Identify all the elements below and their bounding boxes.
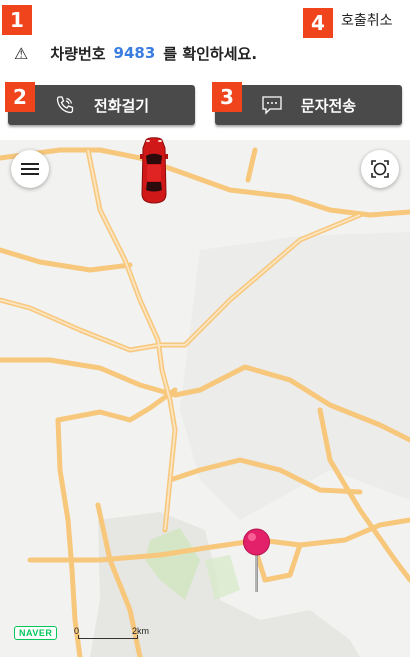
map-scale: 0 2km [74, 624, 154, 640]
message-icon [261, 94, 283, 116]
current-location-icon [371, 160, 389, 178]
current-location-button[interactable] [361, 150, 399, 188]
notice-suffix: 를 확인하세요. [163, 44, 258, 63]
badge-1: 1 [2, 5, 32, 35]
badge-2: 2 [5, 82, 35, 112]
message-button-label: 문자전송 [300, 96, 357, 115]
hamburger-menu-icon [21, 163, 39, 175]
road-network [0, 147, 410, 657]
map-menu-button[interactable] [11, 150, 49, 188]
map-view[interactable]: NAVER 0 2km [0, 140, 410, 657]
notice-prefix: 차량번호 [50, 44, 106, 63]
call-button[interactable]: 전화걸기 [8, 85, 195, 125]
badge-3: 3 [212, 82, 242, 112]
badge-4: 4 [303, 8, 333, 38]
cancel-call-link[interactable]: 호출취소 [341, 10, 393, 30]
plate-number: 9483 [113, 44, 156, 62]
car-icon [140, 137, 168, 204]
naver-logo: NAVER [14, 626, 58, 640]
plate-notice: ⚠ 차량번호 9483 를 확인하세요. [14, 40, 257, 66]
message-button[interactable]: 문자전송 [215, 85, 402, 125]
warning-icon: ⚠ [14, 43, 29, 63]
phone-icon [54, 94, 76, 116]
call-button-label: 전화걸기 [93, 96, 150, 115]
scale-bar [78, 635, 138, 639]
destination-pin-icon [243, 528, 270, 592]
